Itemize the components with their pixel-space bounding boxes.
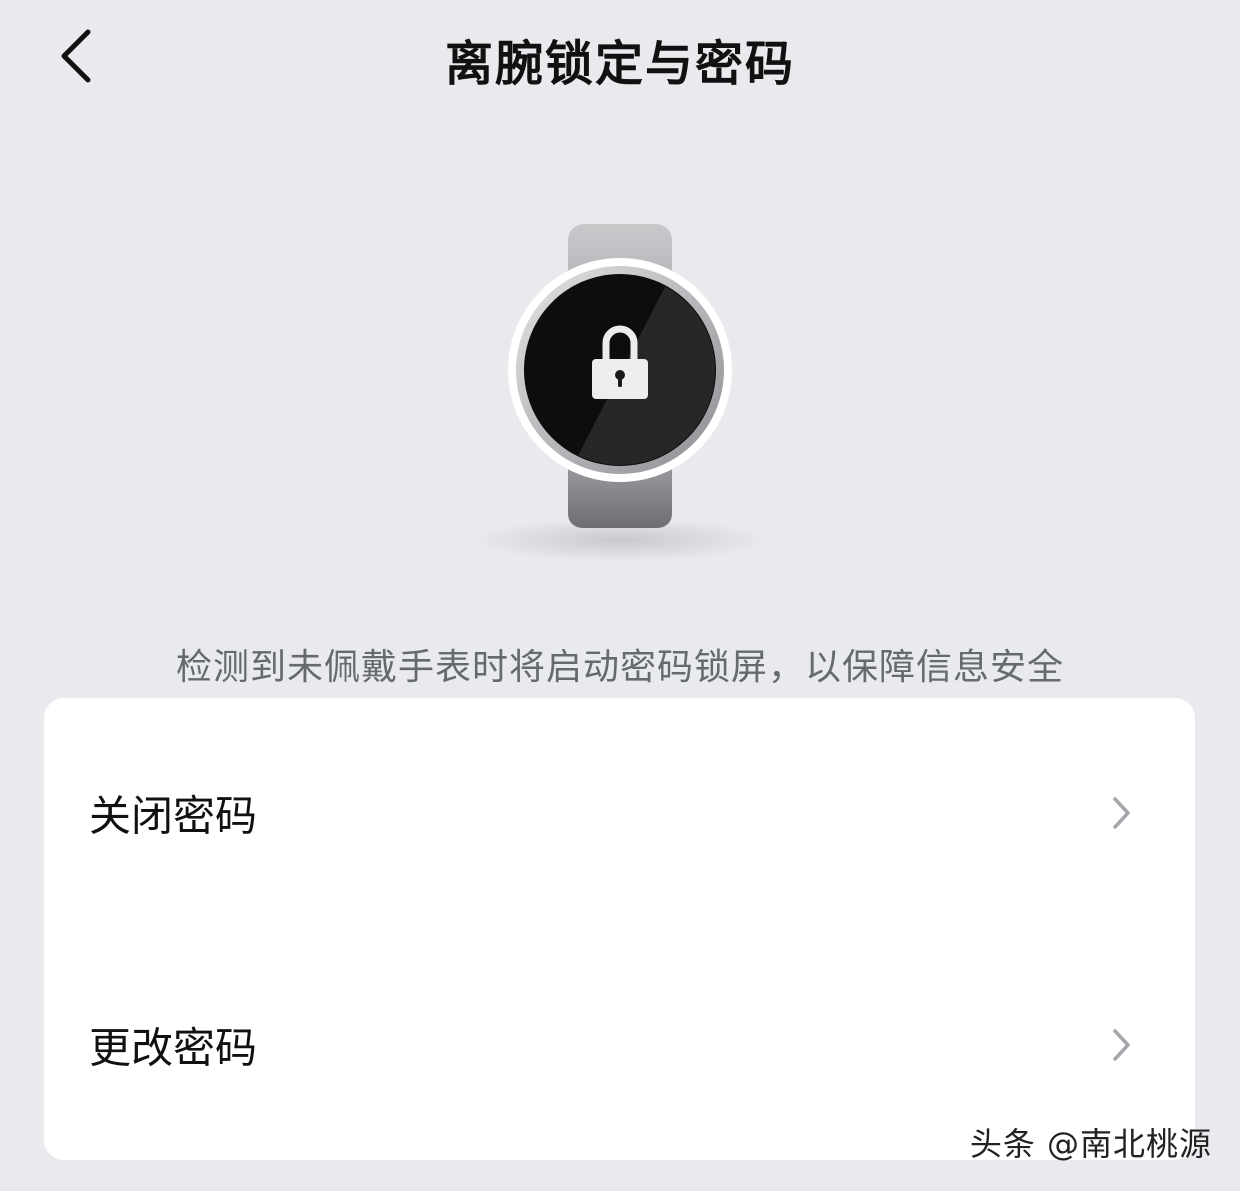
chevron-right-icon (1113, 1029, 1130, 1061)
settings-card: 关闭密码 更改密码 (44, 698, 1195, 1160)
disable-password-label: 关闭密码 (89, 791, 258, 841)
description-text: 检测到未佩戴手表时将启动密码锁屏，以保障信息安全 (175, 647, 1064, 688)
header: 离腕锁定与密码 (0, 0, 1240, 115)
watermark-text: 头条 @南北桃源 (969, 1125, 1212, 1163)
watch-lock-icon (470, 224, 770, 562)
page-title: 离腕锁定与密码 (444, 36, 795, 92)
chevron-right-icon (1113, 797, 1130, 829)
disable-password-item[interactable]: 关闭密码 (44, 698, 1195, 928)
change-password-label: 更改密码 (89, 1023, 258, 1073)
watch-lock-illustration (420, 210, 820, 570)
